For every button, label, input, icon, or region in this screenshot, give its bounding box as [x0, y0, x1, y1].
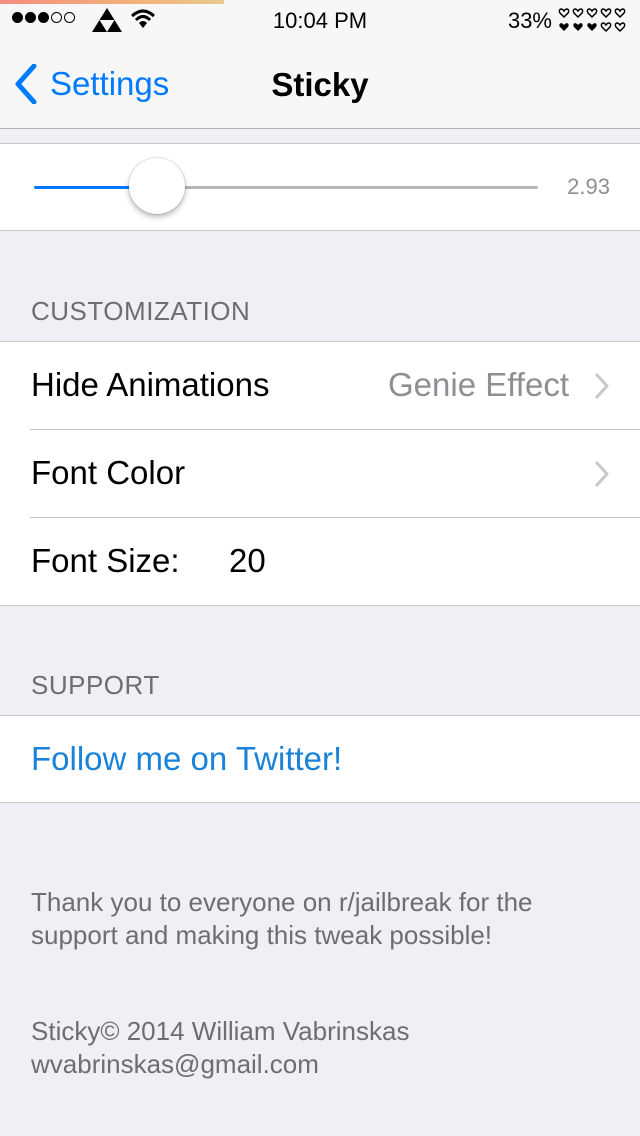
page-title: Sticky	[271, 66, 369, 103]
font-color-row[interactable]: Font Color	[0, 430, 640, 517]
hide-animations-value: Genie Effect	[387, 366, 569, 403]
font-size-input[interactable]: 20	[229, 542, 266, 580]
hearts-icon	[558, 8, 626, 33]
twitter-link-row[interactable]: Follow me on Twitter!	[0, 716, 640, 802]
footer-thanks-text: Thank you to everyone on r/jailbreak for…	[31, 887, 533, 950]
hide-animations-label: Hide Animations	[31, 366, 270, 403]
navigation-bar: 10:04 PM 33% Settings Sticky	[0, 0, 640, 129]
chevron-right-icon	[595, 461, 609, 487]
font-color-label: Font Color	[31, 454, 186, 491]
section-header-customization: CUSTOMIZATION	[31, 296, 251, 326]
font-size-label: Font Size:	[31, 542, 180, 579]
font-size-row: Font Size: 20	[0, 518, 640, 605]
slider-thumb[interactable]	[129, 158, 185, 214]
status-bar: 10:04 PM 33%	[0, 0, 640, 40]
battery-percent: 33%	[507, 8, 552, 33]
footer-email: wvabrinskas@gmail.com	[31, 1049, 319, 1079]
slider-value-label: 2.93	[567, 174, 610, 199]
twitter-link[interactable]: Follow me on Twitter!	[31, 740, 342, 778]
customization-group: Hide Animations Genie Effect Font Color …	[0, 341, 640, 606]
slider-cell: 2.93	[0, 143, 640, 231]
chevron-right-icon	[595, 373, 609, 399]
support-group: Follow me on Twitter!	[0, 715, 640, 803]
footer-copyright: Sticky© 2014 William Vabrinskas	[31, 1016, 410, 1046]
hide-animations-row[interactable]: Hide Animations Genie Effect	[0, 342, 640, 429]
section-header-support: SUPPORT	[31, 670, 160, 700]
slider-track-empty	[158, 186, 538, 189]
